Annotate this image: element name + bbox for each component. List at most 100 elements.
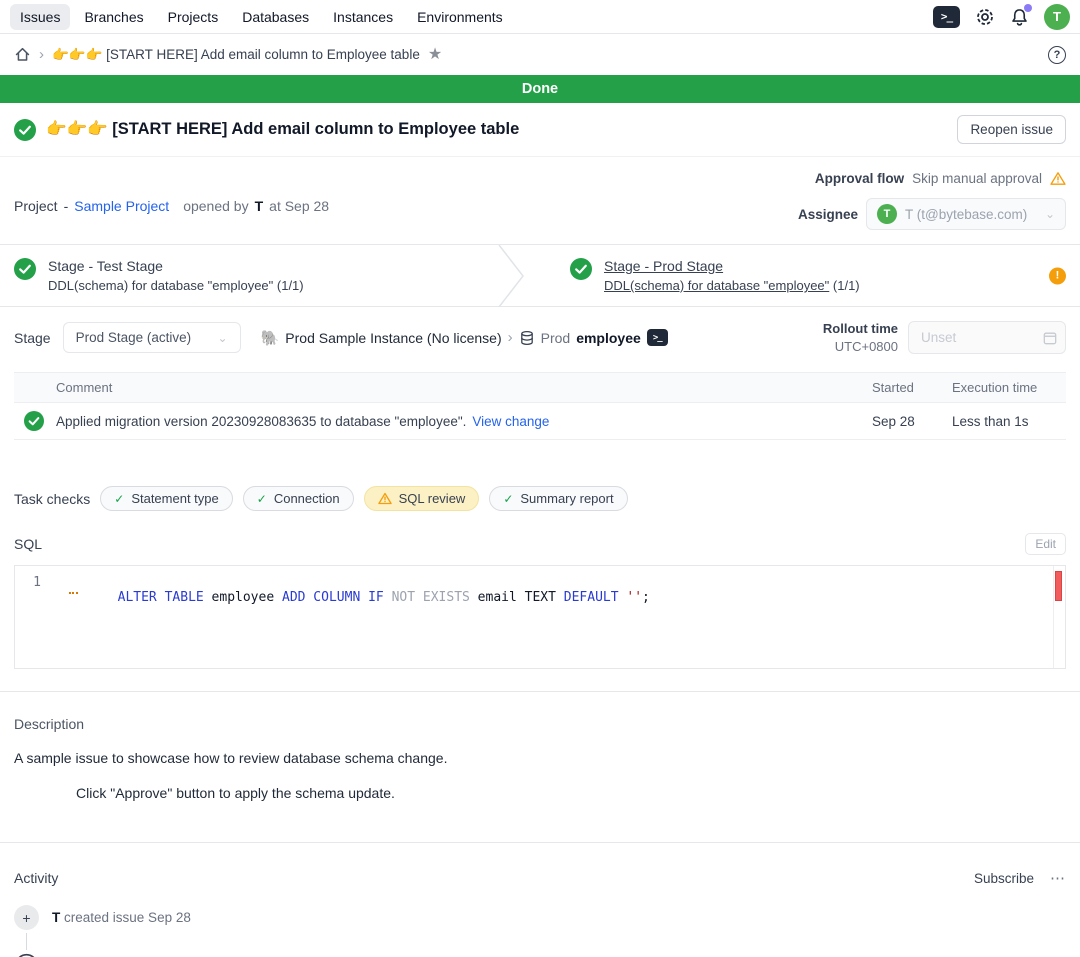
sql-editor-icon[interactable]: >_ [933,6,960,28]
check-icon: ✓ [257,492,267,506]
stage-prod-name-link[interactable]: Stage - Prod Stage [604,258,860,274]
opened-by-user: T [255,198,264,214]
project-label: Project [14,198,58,214]
stage-test-check-icon [14,258,36,280]
assignee-avatar: T [877,204,897,224]
nav-tab-branches[interactable]: Branches [74,4,153,30]
view-change-link[interactable]: View change [472,414,549,429]
breadcrumb-issue-title[interactable]: 👉👉👉 [START HERE] Add email column to Emp… [52,47,420,63]
editor-warning-marker [1055,571,1062,601]
project-link[interactable]: Sample Project [74,198,169,214]
rollout-time-group: Rollout time UTC+0800 [823,320,1066,355]
chevron-down-icon: ⌄ [1045,207,1055,221]
home-icon[interactable] [14,46,31,63]
chevron-down-icon: ⌄ [218,331,228,345]
line-number: 1 [15,575,55,620]
status-banner: Done [0,75,1080,103]
opened-at: at Sep 28 [269,198,329,214]
bytebase-issue-page: Issues Branches Projects Databases Insta… [0,0,1080,957]
issue-title: 👉👉👉 [START HERE] Add email column to Emp… [46,120,519,139]
activity-label: Activity [14,870,58,886]
sql-edit-button[interactable]: Edit [1025,533,1066,555]
stage-test-detail: DDL(schema) for database "employee" (1/1… [48,278,304,293]
approval-flow-label: Approval flow [815,171,904,186]
stage-selector-row: Stage Prod Stage (active) ⌄ 🐘 Prod Sampl… [0,307,1080,368]
sql-token: ALTER TABLE [118,590,204,605]
approval-flow-row: Approval flow Skip manual approval [815,171,1066,186]
stage-prod-detail-suffix: (1/1) [833,278,860,293]
task-run-execution-time: Less than 1s [952,414,1056,429]
help-icon[interactable]: ? [1048,46,1066,64]
top-navigation: Issues Branches Projects Databases Insta… [0,0,1080,34]
nav-tab-instances[interactable]: Instances [323,4,403,30]
stage-select[interactable]: Prod Stage (active) ⌄ [63,322,241,353]
project-dash: - [64,198,69,214]
breadcrumb-separator: › [39,46,44,63]
sql-token: '' [619,590,642,605]
postgres-icon: 🐘 [261,329,280,347]
notifications-bell-icon[interactable] [1010,7,1029,27]
stage-alert-icon[interactable]: ! [1049,267,1066,284]
stage-strip: Stage - Test Stage DDL(schema) for datab… [0,244,1080,307]
open-sql-editor-icon[interactable]: >_ [647,329,668,346]
header-execution-time: Execution time [952,380,1056,395]
editor-scrollbar[interactable] [1053,566,1065,668]
rollout-timezone: UTC+0800 [823,338,898,356]
issue-header: 👉👉👉 [START HERE] Add email column to Emp… [0,103,1080,157]
meta-right-column: Approval flow Skip manual approval Assig… [798,171,1066,230]
nav-tab-environments[interactable]: Environments [407,4,513,30]
warning-triangle-icon [378,492,392,505]
check-icon: ✓ [503,492,513,506]
check-pill-label: Connection [274,491,340,506]
sql-code-line: 1 ALTER TABLE employee ADD COLUMN IF NOT… [15,566,1065,620]
nav-tab-issues[interactable]: Issues [10,4,70,30]
user-avatar[interactable]: T [1044,4,1070,30]
stage-select-value: Prod Stage (active) [76,330,192,345]
subscribe-button[interactable]: Subscribe [974,871,1034,886]
task-run-table: Comment Started Execution time Applied m… [14,372,1066,440]
favorite-star-icon[interactable]: ★ [428,47,442,63]
header-comment: Comment [56,380,872,395]
status-banner-label: Done [522,81,558,97]
database-env: Prod [541,330,571,346]
sql-token: email TEXT [478,590,564,605]
topnav-actions: >_ T [933,4,1070,30]
settings-gear-icon[interactable] [975,7,995,27]
nav-tab-projects[interactable]: Projects [158,4,229,30]
assignee-select[interactable]: T T (t@bytebase.com) ⌄ [866,198,1066,230]
check-pill-connection[interactable]: ✓ Connection [243,486,354,511]
task-run-row[interactable]: Applied migration version 20230928083635… [14,403,1066,439]
issue-meta: Project - Sample Project opened by T at … [0,157,1080,244]
nav-tab-databases[interactable]: Databases [232,4,319,30]
issue-done-check-icon [14,119,36,141]
activity-item-rolled-out: T rolled out Task DDL(schema) for databa… [14,953,1066,957]
sql-editor[interactable]: 1 ALTER TABLE employee ADD COLUMN IF NOT… [14,565,1066,669]
reopen-issue-button[interactable]: Reopen issue [957,115,1066,144]
assignee-row: Assignee T T (t@bytebase.com) ⌄ [798,198,1066,230]
sql-token: NOT EXISTS [384,590,478,605]
database-icon [519,330,535,346]
stage-prod-check-icon [570,258,592,280]
check-pill-label: SQL review [399,491,466,506]
task-run-started: Sep 28 [872,414,938,429]
stage-select-label: Stage [14,330,51,346]
database-name[interactable]: employee [576,330,641,346]
check-pill-summary-report[interactable]: ✓ Summary report [489,486,627,511]
rollout-time-label: Rollout time [823,320,898,338]
instance-name[interactable]: Prod Sample Instance (No license) [285,330,501,346]
project-line: Project - Sample Project opened by T at … [14,171,329,230]
assignee-label: Assignee [798,207,858,222]
check-pill-statement-type[interactable]: ✓ Statement type [100,486,233,511]
assignee-value: T (t@bytebase.com) [905,207,1027,222]
more-options-icon[interactable]: ⋯ [1050,869,1066,887]
play-circle-icon [14,953,39,957]
stage-card-prod[interactable]: Stage - Prod Stage DDL(schema) for datab… [540,258,1066,293]
stage-prod-detail-link[interactable]: DDL(schema) for database "employee" [604,278,829,293]
check-pill-sql-review[interactable]: SQL review [364,486,480,511]
stage-card-test[interactable]: Stage - Test Stage DDL(schema) for datab… [14,258,540,293]
task-checks-row: Task checks ✓ Statement type ✓ Connectio… [0,486,1080,511]
sql-token: ADD COLUMN IF [282,590,384,605]
plus-circle-icon: + [14,905,39,930]
lint-squiggle [69,592,78,594]
sql-token: DEFAULT [564,590,619,605]
